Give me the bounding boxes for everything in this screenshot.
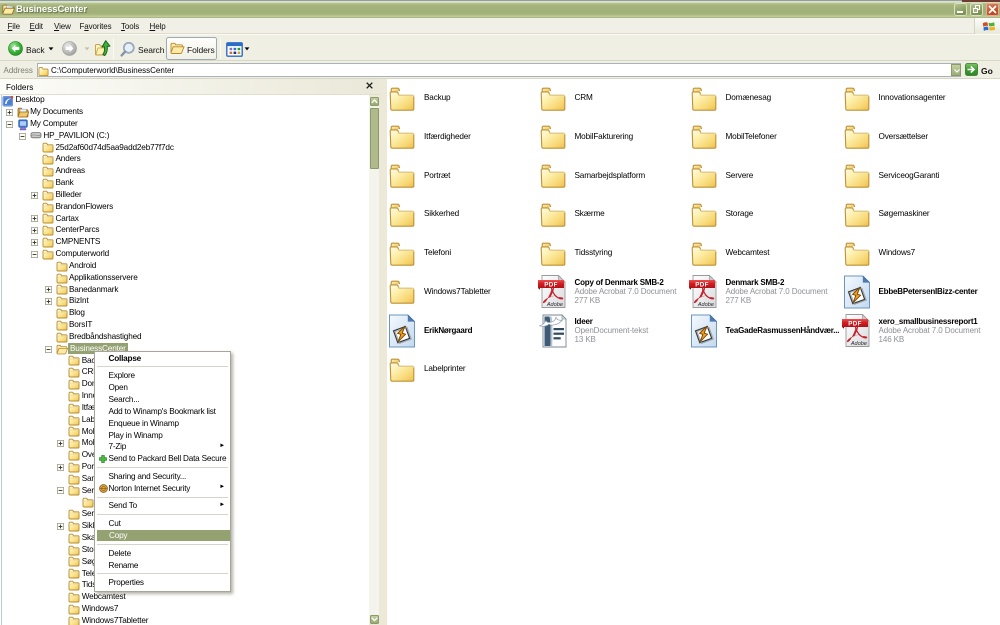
svg-text:PDF: PDF — [544, 282, 558, 289]
svg-text:Adobe: Adobe — [545, 302, 562, 308]
svg-text:PDF: PDF — [695, 282, 709, 289]
svg-text:Adobe: Adobe — [696, 302, 713, 308]
svg-text:Adobe: Adobe — [849, 341, 866, 347]
svg-text:PDF: PDF — [848, 321, 862, 328]
